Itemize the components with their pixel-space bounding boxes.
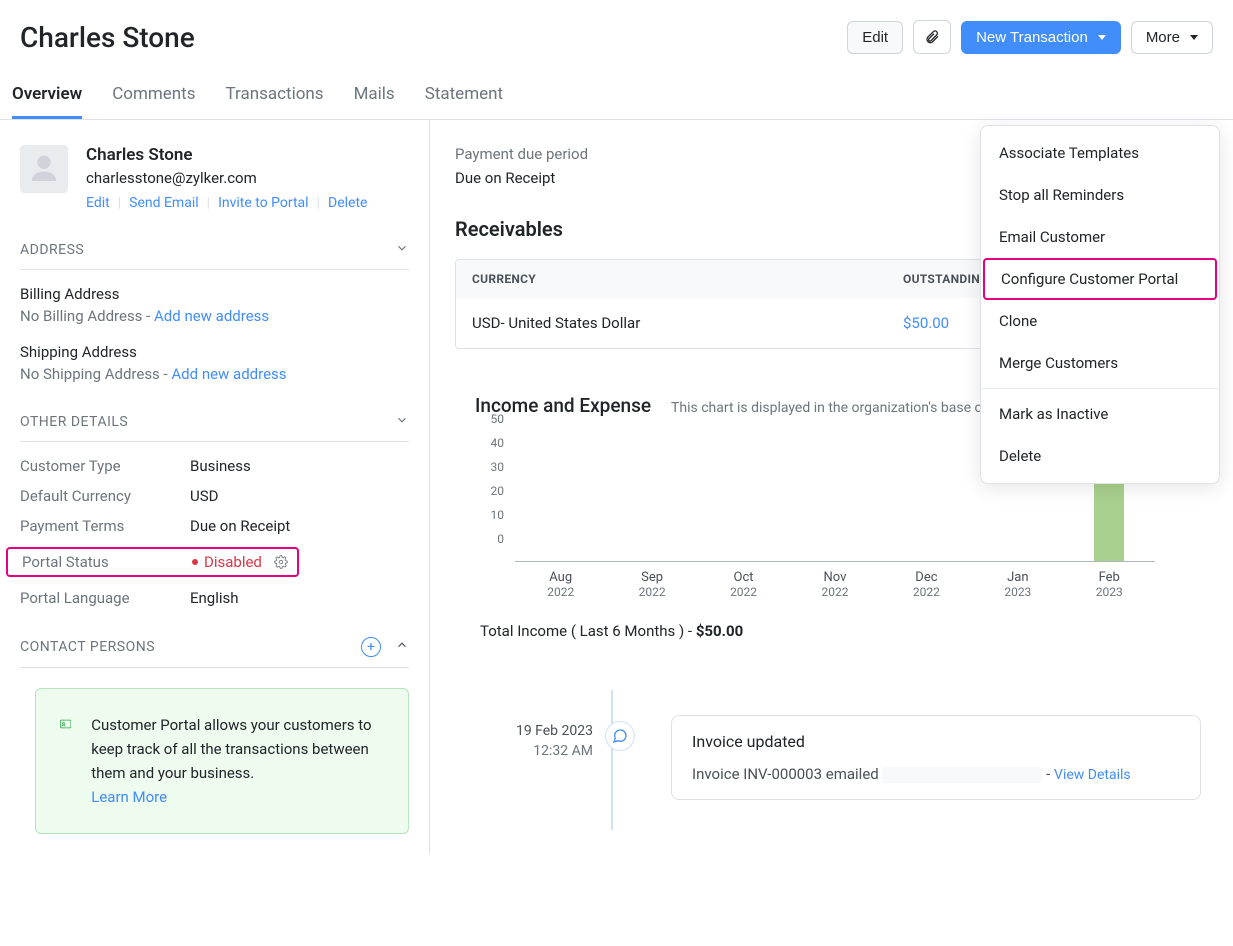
billing-address-label: Billing Address [20,285,409,303]
default-currency-label: Default Currency [20,487,190,505]
payment-terms-value: Due on Receipt [190,517,409,535]
dropdown-merge-customers[interactable]: Merge Customers [981,342,1219,384]
timeline: 19 Feb 2023 12:32 AM Invoice updated Inv… [505,715,1233,800]
address-section-toggle[interactable]: ADDRESS [20,231,409,270]
dropdown-email-customer[interactable]: Email Customer [981,216,1219,258]
view-details-link[interactable]: View Details [1054,767,1131,783]
dropdown-separator [981,388,1219,389]
portal-language-value: English [190,589,409,607]
timeline-card: Invoice updated Invoice INV-000003 email… [671,715,1201,800]
chart-x-label: Sep2022 [606,570,697,599]
shipping-address-value: No Shipping Address - Add new address [20,365,409,383]
chart-note: This chart is displayed in the organizat… [671,400,1031,416]
edit-button[interactable]: Edit [847,21,903,54]
dropdown-configure-portal[interactable]: Configure Customer Portal [983,258,1217,300]
add-shipping-address-link[interactable]: Add new address [171,365,286,383]
tabs: Overview Comments Transactions Mails Sta… [0,64,1233,120]
chart-x-label: Feb2023 [1064,570,1155,599]
chart-x-label: Nov2022 [789,570,880,599]
total-income: Total Income ( Last 6 Months ) - $50.00 [480,622,1233,640]
attachment-button[interactable] [913,20,951,54]
timeline-date: 19 Feb 2023 12:32 AM [505,715,593,759]
caret-down-icon [1098,35,1106,40]
tab-statement[interactable]: Statement [425,84,503,119]
dropdown-stop-reminders[interactable]: Stop all Reminders [981,174,1219,216]
chart-x-label: Dec2022 [881,570,972,599]
caret-down-icon [1190,35,1198,40]
paperclip-icon [924,28,940,46]
tab-mails[interactable]: Mails [354,84,395,119]
main-content: Payment due period Due on Receipt Receiv… [430,120,1233,854]
redacted-text [882,767,1042,783]
send-email-link[interactable]: Send Email [129,195,199,211]
chevron-down-icon [395,241,409,259]
receivables-col-currency: CURRENCY [472,272,903,286]
new-transaction-button[interactable]: New Transaction [961,21,1121,54]
portal-status-label: Portal Status [22,553,192,571]
dropdown-clone[interactable]: Clone [981,300,1219,342]
dropdown-delete[interactable]: Delete [981,435,1219,477]
tab-transactions[interactable]: Transactions [226,84,324,119]
address-section-title: ADDRESS [20,242,84,258]
avatar [20,145,68,193]
portal-language-label: Portal Language [20,589,190,607]
comment-icon [612,728,628,744]
billing-address-value: No Billing Address - Add new address [20,307,409,325]
tab-comments[interactable]: Comments [112,84,195,119]
portal-status-value: Disabled [192,553,293,571]
header-actions: Edit New Transaction More [847,20,1213,54]
tab-overview[interactable]: Overview [12,84,82,119]
currency-cell: USD- United States Dollar [472,314,903,332]
id-card-icon [60,713,71,735]
customer-name: Charles Stone [86,145,367,165]
chart-x-label: Jan2023 [972,570,1063,599]
gear-icon[interactable] [274,555,288,569]
other-details-toggle[interactable]: OTHER DETAILS [20,403,409,442]
dropdown-associate-templates[interactable]: Associate Templates [981,132,1219,174]
other-details-title: OTHER DETAILS [20,414,128,430]
contact-persons-toggle[interactable]: CONTACT PERSONS + [20,627,409,668]
timeline-card-title: Invoice updated [692,732,1180,751]
timeline-badge [605,721,635,751]
add-billing-address-link[interactable]: Add new address [154,307,269,325]
timeline-card-body: Invoice INV-000003 emailed - View Detail… [692,765,1180,783]
delete-link[interactable]: Delete [328,195,367,211]
portal-status-row-highlighted: Portal Status Disabled [6,547,299,577]
shipping-address-label: Shipping Address [20,343,409,361]
default-currency-value: USD [190,487,409,505]
customer-type-value: Business [190,457,409,475]
learn-more-link[interactable]: Learn More [91,788,167,806]
more-dropdown: Associate Templates Stop all Reminders E… [980,125,1220,484]
edit-link[interactable]: Edit [86,195,110,211]
chevron-up-icon [395,638,409,656]
chart-x-label: Aug2022 [515,570,606,599]
payment-terms-label: Payment Terms [20,517,190,535]
customer-email: charlesstone@zylker.com [86,169,367,187]
portal-info-callout: Customer Portal allows your customers to… [35,688,409,834]
page-title: Charles Stone [20,21,195,54]
invite-portal-link[interactable]: Invite to Portal [218,195,309,211]
timeline-item: 19 Feb 2023 12:32 AM Invoice updated Inv… [505,715,1233,800]
customer-type-label: Customer Type [20,457,190,475]
sidebar: Charles Stone charlesstone@zylker.com Ed… [0,120,430,854]
chevron-down-icon [395,413,409,431]
contact-persons-title: CONTACT PERSONS [20,639,155,655]
more-button[interactable]: More [1131,21,1213,54]
add-contact-button[interactable]: + [361,637,381,657]
dropdown-mark-inactive[interactable]: Mark as Inactive [981,393,1219,435]
chart-x-label: Oct2022 [698,570,789,599]
status-dot-icon [192,559,198,565]
